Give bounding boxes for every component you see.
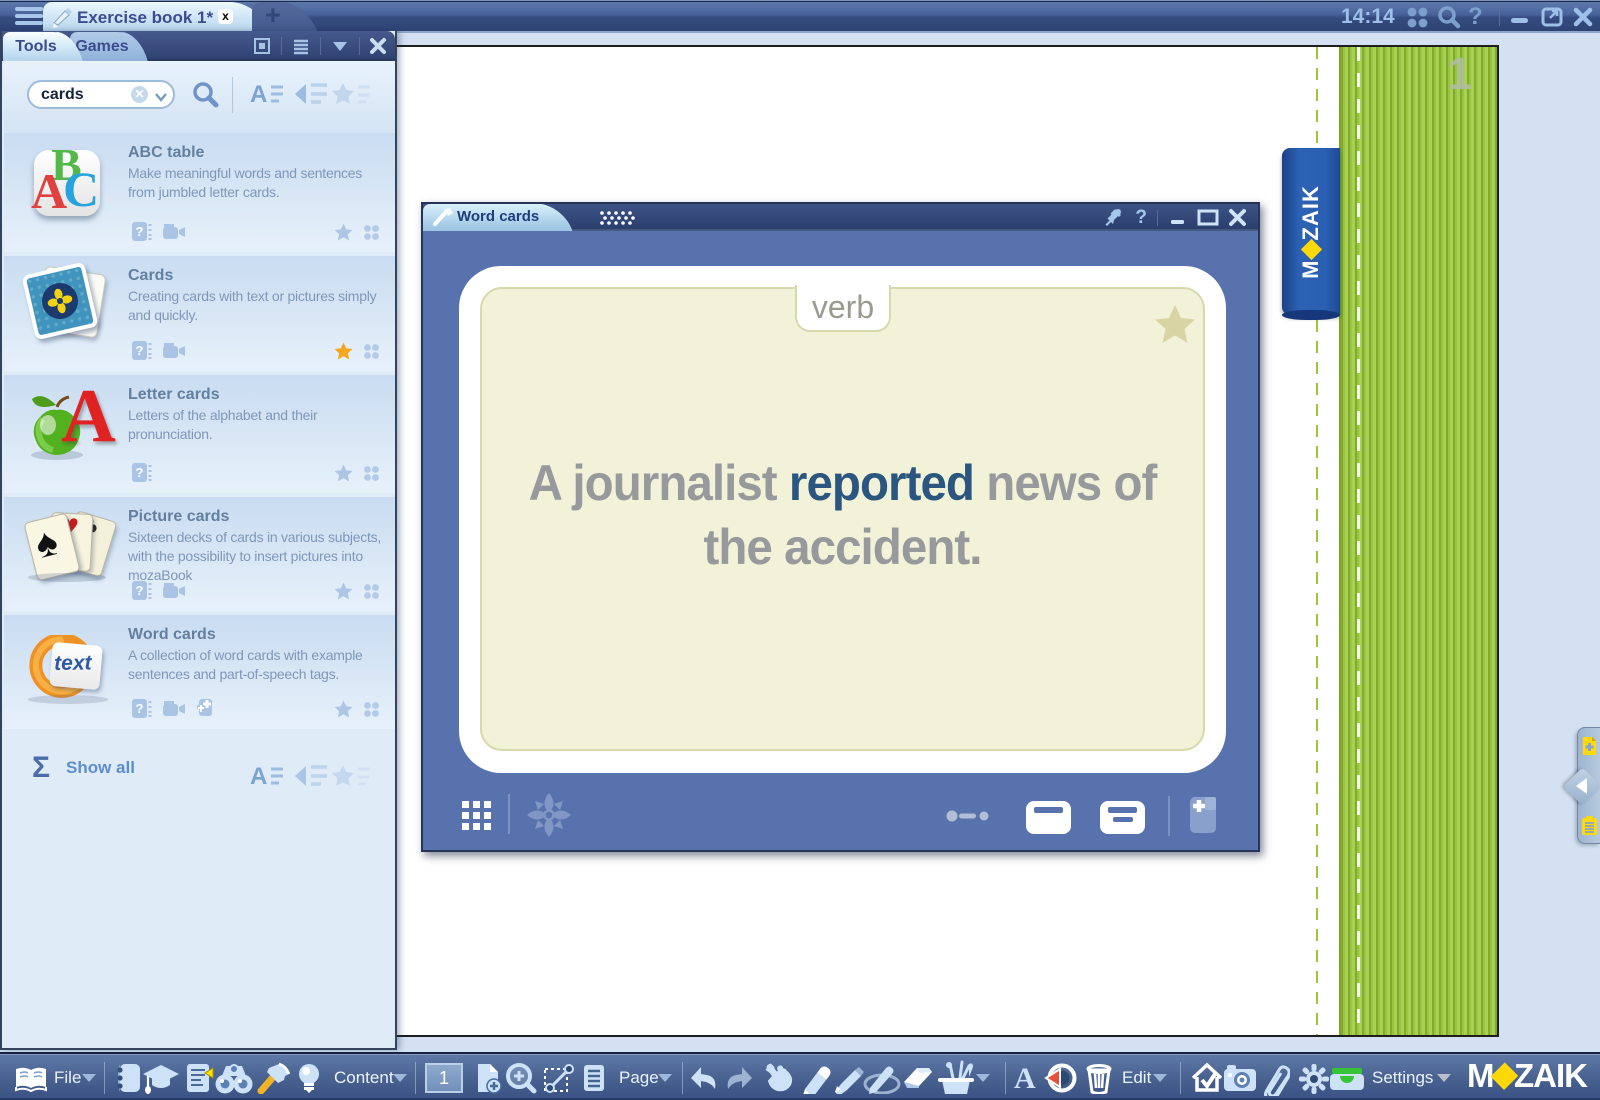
svg-text:?: ?: [136, 701, 144, 716]
svg-text:?: ?: [136, 224, 144, 239]
svg-text:?: ?: [136, 465, 144, 480]
svg-text:?: ?: [136, 343, 144, 358]
svg-text:?: ?: [136, 583, 144, 598]
